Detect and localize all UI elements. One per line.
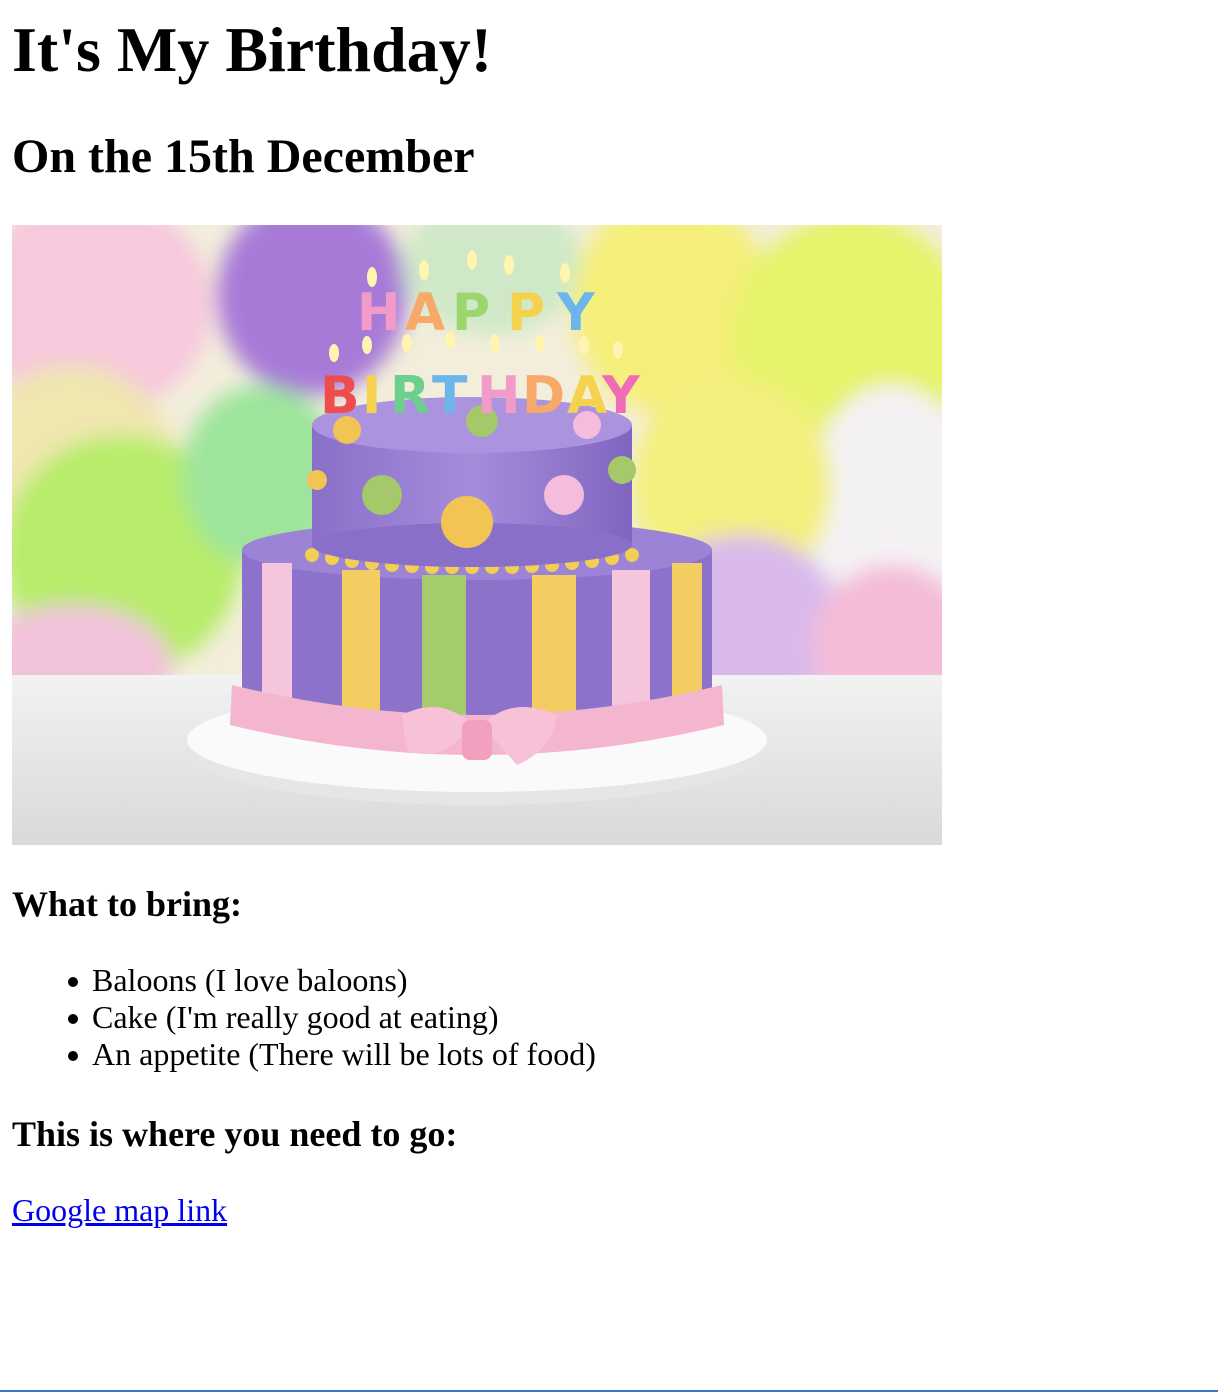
page-subtitle: On the 15th December [12, 130, 475, 183]
svg-text:B: B [320, 366, 360, 426]
bring-list: Baloons (I love baloons) Cake (I'm reall… [12, 962, 596, 1073]
page-title: It's My Birthday! [12, 14, 492, 85]
birthday-cake-image: H A P P Y B I R T H D A Y [12, 225, 942, 845]
svg-text:P: P [452, 283, 490, 343]
svg-text:Y: Y [601, 366, 641, 426]
svg-text:A: A [405, 283, 445, 343]
svg-text:H: H [357, 283, 401, 343]
svg-text:I: I [362, 366, 381, 426]
bullet-icon [68, 1051, 78, 1061]
bullet-icon [68, 1014, 78, 1024]
svg-text:H: H [477, 366, 521, 426]
list-item: Baloons (I love baloons) [12, 962, 596, 999]
google-map-link[interactable]: Google map link [12, 1190, 227, 1230]
list-item: Cake (I'm really good at eating) [12, 999, 596, 1036]
directions-heading: This is where you need to go: [12, 1114, 458, 1154]
svg-text:P: P [507, 283, 545, 343]
bullet-icon [68, 977, 78, 987]
list-item-text: An appetite (There will be lots of food) [92, 1036, 596, 1072]
svg-text:R: R [390, 366, 430, 426]
list-item-text: Baloons (I love baloons) [92, 962, 408, 998]
svg-text:Y: Y [556, 283, 596, 343]
svg-text:T: T [432, 366, 468, 426]
svg-text:D: D [522, 366, 565, 426]
list-item-text: Cake (I'm really good at eating) [92, 999, 499, 1035]
what-to-bring-heading: What to bring: [12, 884, 243, 924]
list-item: An appetite (There will be lots of food) [12, 1036, 596, 1073]
